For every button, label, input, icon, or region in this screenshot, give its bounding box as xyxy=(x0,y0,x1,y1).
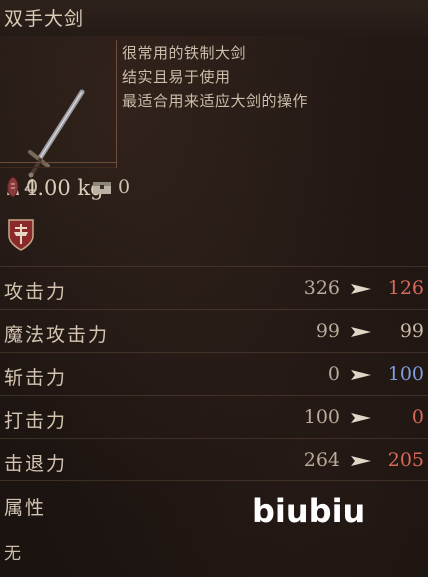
stat-label: 击退力 xyxy=(4,453,68,475)
description-line-2: 结实且易于使用 xyxy=(122,68,231,86)
chest-requirement: 0 xyxy=(92,176,130,198)
item-description: 很常用的铁制大剑 结实且易于使用 最适合用来适应大剑的操作 xyxy=(116,38,428,168)
stat-label: 打击力 xyxy=(4,410,68,432)
arrow-right-icon xyxy=(351,456,371,466)
strength-requirement-value: 0 xyxy=(26,176,39,198)
stat-label: 魔法攻击力 xyxy=(4,324,110,346)
greatsword-icon xyxy=(28,89,85,178)
stat-new-value: 0 xyxy=(411,406,424,428)
arrow-right-icon xyxy=(351,413,371,423)
stat-new-value: 205 xyxy=(387,449,424,471)
arrow-right-icon xyxy=(351,284,371,294)
watermark: biubiu xyxy=(252,492,366,530)
strength-requirement-icon xyxy=(7,176,19,198)
stat-row-slash: 斩击力 0 100 xyxy=(0,352,428,396)
description-line-3: 最适合用来适应大剑的操作 xyxy=(122,92,309,110)
stat-row-attack: 攻击力 326 126 xyxy=(0,266,428,310)
chest-requirement-value: 0 xyxy=(118,176,131,198)
description-line-1: 很常用的铁制大剑 xyxy=(122,44,247,62)
stat-label: 攻击力 xyxy=(4,281,68,303)
stat-new-value: 99 xyxy=(399,320,424,342)
stat-row-magic-attack: 魔法攻击力 99 99 xyxy=(0,309,428,353)
stat-current-value: 326 xyxy=(303,277,340,299)
chest-icon xyxy=(93,182,111,194)
arrow-right-icon xyxy=(351,370,371,380)
strength-requirement: 0 xyxy=(6,176,38,198)
attribute-label: 属性 xyxy=(4,497,47,519)
stat-current-value: 0 xyxy=(327,363,340,385)
attribute-value: 无 xyxy=(4,544,21,564)
stat-new-value: 100 xyxy=(387,363,424,385)
arrow-right-icon xyxy=(351,327,371,337)
stat-row-strike: 打击力 100 0 xyxy=(0,395,428,439)
stat-current-value: 264 xyxy=(303,449,340,471)
title-bar: 双手大剑 xyxy=(0,0,428,36)
stat-row-knockback: 击退力 264 205 xyxy=(0,438,428,482)
class-emblem-icon xyxy=(8,219,34,251)
stat-current-value: 100 xyxy=(303,406,340,428)
stat-new-value: 126 xyxy=(387,277,424,299)
weapon-image-panel: 4.00 kg xyxy=(0,40,117,200)
stat-current-value: 99 xyxy=(315,320,340,342)
item-name: 双手大剑 xyxy=(4,8,85,30)
stat-label: 斩击力 xyxy=(4,367,68,389)
